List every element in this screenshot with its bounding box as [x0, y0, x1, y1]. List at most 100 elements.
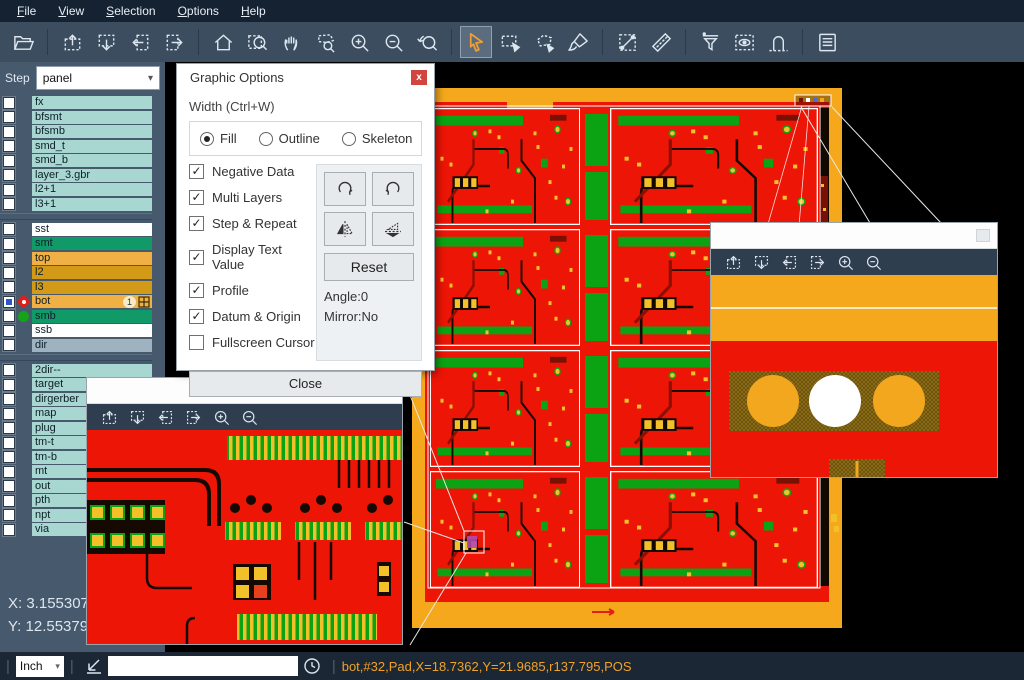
- popup-pcb-view[interactable]: [87, 430, 402, 644]
- menu-help[interactable]: Help: [230, 0, 277, 22]
- rotate-cw-button[interactable]: [324, 172, 366, 206]
- pan-left-button[interactable]: [777, 250, 801, 274]
- zoom-window-button[interactable]: [241, 26, 273, 58]
- layer-checkbox[interactable]: [3, 495, 15, 507]
- layer-checkbox[interactable]: [3, 281, 15, 293]
- layer-name[interactable]: smd_t: [32, 140, 152, 153]
- filter-button[interactable]: [694, 26, 726, 58]
- layer-name[interactable]: l3+1: [32, 198, 152, 211]
- command-input[interactable]: [108, 656, 298, 676]
- layer-name[interactable]: sst: [32, 223, 152, 236]
- checkbox-step-repeat[interactable]: ✓Step & Repeat: [189, 216, 316, 231]
- layer-checkbox[interactable]: [3, 223, 15, 235]
- pan-left-button[interactable]: [124, 26, 156, 58]
- layer-checkbox[interactable]: [3, 155, 15, 167]
- layer-name[interactable]: smt: [32, 237, 152, 250]
- layer-checkbox[interactable]: [3, 379, 15, 391]
- radio-outline[interactable]: Outline: [259, 131, 320, 146]
- pan-right-button[interactable]: [181, 405, 205, 429]
- refresh-clock-icon[interactable]: [302, 656, 322, 676]
- layer-checkbox[interactable]: [3, 437, 15, 449]
- layer-name[interactable]: fx: [32, 96, 152, 109]
- layer-checkbox[interactable]: [3, 267, 15, 279]
- popup-pcb-view[interactable]: [711, 275, 997, 477]
- zoom-in-button[interactable]: [833, 250, 857, 274]
- layer-checkbox[interactable]: [3, 466, 15, 478]
- step-select[interactable]: panel ▾: [36, 66, 160, 90]
- layer-name[interactable]: dir: [32, 339, 152, 352]
- zoom-object-button[interactable]: [309, 26, 341, 58]
- close-button[interactable]: Close: [189, 371, 422, 397]
- select-cursor-button[interactable]: [460, 26, 492, 58]
- flip-horizontal-button[interactable]: [372, 212, 414, 246]
- reset-button[interactable]: Reset: [324, 253, 414, 281]
- unit-select[interactable]: Inch ▾: [16, 656, 64, 677]
- layer-checkbox[interactable]: [3, 524, 15, 536]
- layer-name[interactable]: top: [32, 252, 152, 265]
- layer-name[interactable]: bfsmt: [32, 111, 152, 124]
- layer-name[interactable]: ssb: [32, 324, 152, 337]
- layer-checkbox[interactable]: [3, 422, 15, 434]
- menu-selection[interactable]: Selection: [95, 0, 166, 22]
- pan-up-button[interactable]: [56, 26, 88, 58]
- layer-name[interactable]: l3: [32, 281, 152, 294]
- clean-brush-button[interactable]: [562, 26, 594, 58]
- snap-magnet-button[interactable]: [762, 26, 794, 58]
- zoom-popup-bottom-left[interactable]: [86, 377, 403, 645]
- layer-name[interactable]: layer_3.gbr: [32, 169, 152, 182]
- layer-checkbox[interactable]: [3, 480, 15, 492]
- menu-view[interactable]: View: [47, 0, 95, 22]
- pan-up-button[interactable]: [721, 250, 745, 274]
- layer-checkbox[interactable]: [3, 198, 15, 210]
- layer-checkbox[interactable]: [3, 364, 15, 376]
- zoom-in-button[interactable]: [343, 26, 375, 58]
- flip-vertical-button[interactable]: [324, 212, 366, 246]
- layer-checkbox[interactable]: [3, 97, 15, 109]
- popup-titlebar-button[interactable]: [976, 229, 990, 242]
- layer-name[interactable]: l2: [32, 266, 152, 279]
- pan-right-button[interactable]: [805, 250, 829, 274]
- layer-checkbox[interactable]: [3, 339, 15, 351]
- dialog-close-button[interactable]: x: [411, 70, 427, 85]
- zoom-previous-button[interactable]: [411, 26, 443, 58]
- layer-name[interactable]: smb: [32, 310, 152, 323]
- zoom-out-button[interactable]: [861, 250, 885, 274]
- checkbox-profile[interactable]: ✓Profile: [189, 283, 316, 298]
- report-list-button[interactable]: [811, 26, 843, 58]
- layer-checkbox[interactable]: [3, 111, 15, 123]
- layer-checkbox[interactable]: [3, 408, 15, 420]
- pan-down-button[interactable]: [90, 26, 122, 58]
- home-button[interactable]: [207, 26, 239, 58]
- zoom-popup-right[interactable]: [710, 222, 998, 478]
- layer-checkbox[interactable]: [3, 310, 15, 322]
- measure-ruler-button[interactable]: [645, 26, 677, 58]
- pan-right-button[interactable]: [158, 26, 190, 58]
- checkbox-display-text-value[interactable]: ✓Display Text Value: [189, 242, 316, 272]
- layer-name[interactable]: smd_b: [32, 154, 152, 167]
- layer-name[interactable]: bfsmb: [32, 125, 152, 138]
- pan-down-button[interactable]: [749, 250, 773, 274]
- view-options-button[interactable]: [728, 26, 760, 58]
- menu-options[interactable]: Options: [167, 0, 230, 22]
- menu-file[interactable]: File: [6, 0, 47, 22]
- open-folder-button[interactable]: [7, 26, 39, 58]
- layer-checkbox[interactable]: [3, 393, 15, 405]
- select-polygon-button[interactable]: [528, 26, 560, 58]
- checkbox-fullscreen-cursor[interactable]: Fullscreen Cursor: [189, 335, 316, 350]
- layer-checkbox[interactable]: [3, 509, 15, 521]
- checkbox-negative-data[interactable]: ✓Negative Data: [189, 164, 316, 179]
- zoom-in-button[interactable]: [209, 405, 233, 429]
- zoom-out-button[interactable]: [377, 26, 409, 58]
- layer-checkbox[interactable]: [3, 252, 15, 264]
- layer-checkbox[interactable]: [3, 169, 15, 181]
- layer-name[interactable]: l2+1: [32, 183, 152, 196]
- checkbox-multi-layers[interactable]: ✓Multi Layers: [189, 190, 316, 205]
- checkbox-datum-origin[interactable]: ✓Datum & Origin: [189, 309, 316, 324]
- radio-skeleton[interactable]: Skeleton: [342, 131, 413, 146]
- pan-down-button[interactable]: [125, 405, 149, 429]
- zoom-out-button[interactable]: [237, 405, 261, 429]
- layer-checkbox[interactable]: [3, 296, 15, 308]
- layer-checkbox[interactable]: [3, 238, 15, 250]
- pan-up-button[interactable]: [97, 405, 121, 429]
- select-rect-button[interactable]: [494, 26, 526, 58]
